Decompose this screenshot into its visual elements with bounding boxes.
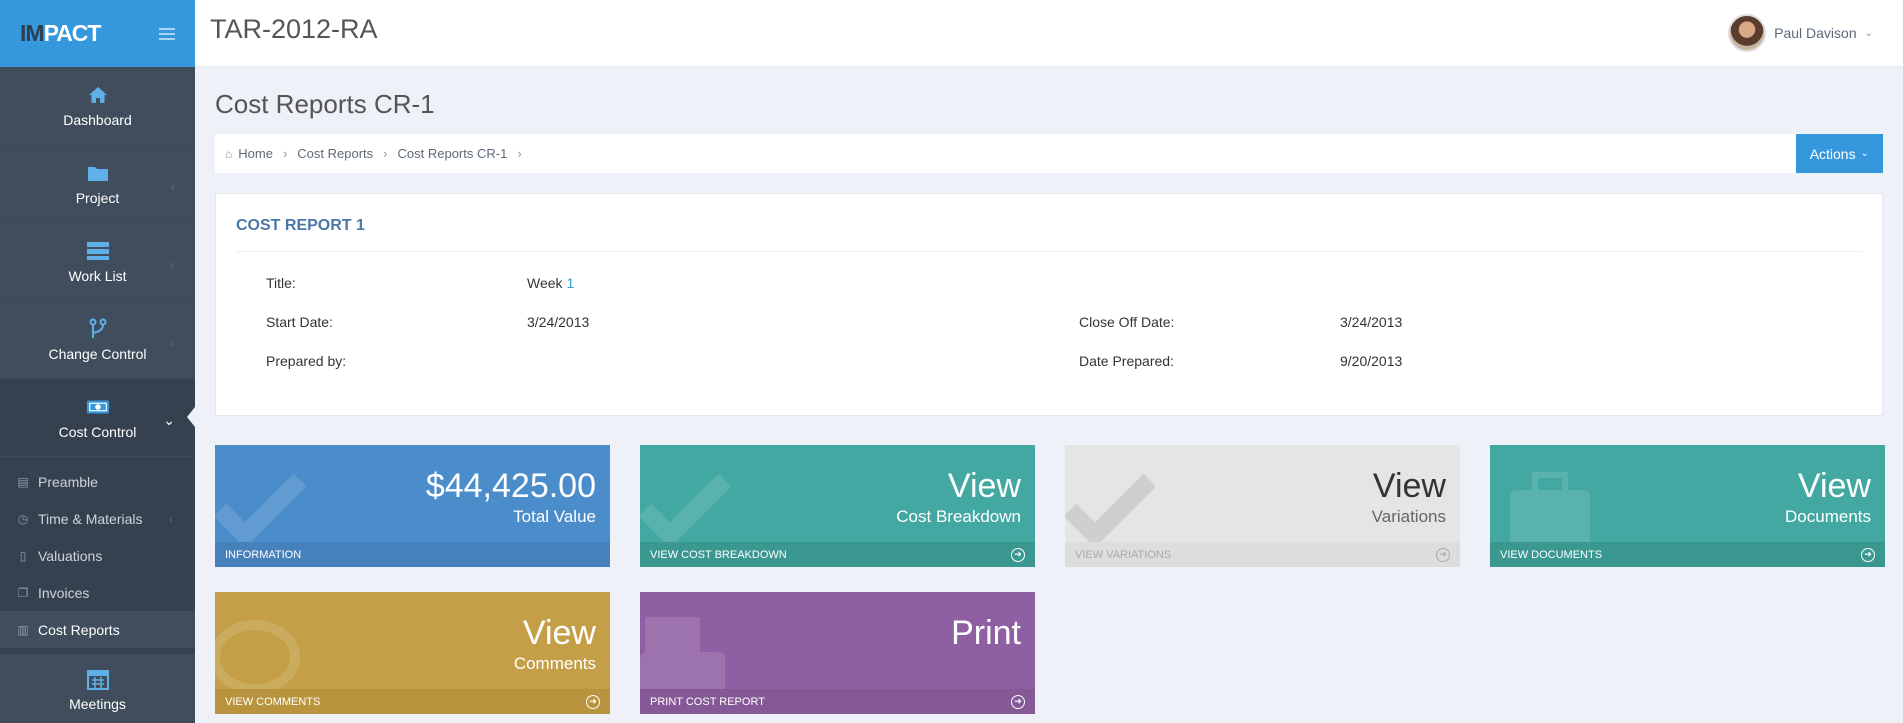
folder-icon — [86, 162, 110, 184]
title-value: Week 1 — [527, 275, 575, 291]
branch-icon — [86, 318, 110, 340]
arrow-circle-right-icon: ➜ — [1436, 547, 1450, 562]
tile-print[interactable]: Print PRINT COST REPORT ➜ — [640, 592, 1035, 714]
arrow-circle-right-icon: ➜ — [1011, 547, 1025, 562]
prepared-by-label: Prepared by: — [266, 353, 347, 369]
tile-comments[interactable]: View Comments VIEW COMMENTS ➜ — [215, 592, 610, 714]
tile-variations[interactable]: View Variations VIEW VARIATIONS ➜ — [1065, 445, 1460, 567]
breadcrumb-home[interactable]: Home — [238, 146, 273, 161]
project-code: TAR-2012-RA — [210, 14, 378, 44]
sidebar-item-work-list[interactable]: Work List ‹ — [0, 223, 195, 301]
sidebar-item-invoices[interactable]: ❐ Invoices — [0, 574, 195, 611]
clock-icon: ◷ — [17, 511, 29, 526]
chevron-left-icon: ‹ — [170, 256, 175, 272]
breadcrumb-cost-reports[interactable]: Cost Reports — [297, 146, 373, 161]
actions-button[interactable]: Actions ⌄ — [1795, 134, 1883, 173]
chevron-right-icon: › — [383, 146, 388, 161]
chevron-down-icon: ⌄ — [163, 412, 175, 428]
sidebar-item-valuations[interactable]: ▯ Valuations — [0, 537, 195, 574]
close-off-date-label: Close Off Date: — [1079, 314, 1175, 330]
date-prepared-label: Date Prepared: — [1079, 353, 1174, 369]
sidebar-item-cost-reports[interactable]: ▥ Cost Reports — [0, 611, 195, 648]
breadcrumb: ⌂ Home › Cost Reports › Cost Reports CR-… — [215, 134, 1883, 173]
chevron-right-icon: › — [282, 146, 288, 161]
sidebar-item-cost-control[interactable]: Cost Control ⌄ — [0, 379, 195, 457]
money-icon — [86, 396, 110, 418]
avatar — [1728, 14, 1767, 52]
user-name: Paul Davison — [1774, 25, 1857, 41]
sidebar-item-dashboard[interactable]: Dashboard — [0, 67, 195, 145]
chevron-left-icon: ‹ — [169, 511, 173, 526]
breadcrumb-current[interactable]: Cost Reports CR-1 — [398, 146, 508, 161]
cost-control-submenu: ▤ Preamble ◷ Time & Materials ‹ ▯ Valuat… — [0, 457, 195, 654]
home-icon — [86, 84, 110, 106]
top-header: TAR-2012-RA Paul Davison ⌄ — [195, 0, 1903, 67]
logo-bar: IMPACT — [0, 0, 195, 67]
home-icon: ⌂ — [225, 146, 233, 161]
start-date-value: 3/24/2013 — [527, 314, 590, 330]
chevron-right-icon: › — [517, 146, 522, 161]
chevron-left-icon: ‹ — [170, 334, 175, 350]
arrow-circle-right-icon: ➜ — [1861, 547, 1875, 562]
chevron-down-icon: ⌄ — [1864, 27, 1873, 39]
sidebar-item-meetings[interactable]: Meetings — [0, 654, 195, 723]
book-icon: ▤ — [17, 474, 29, 489]
sidebar-item-project[interactable]: Project ‹ — [0, 145, 195, 223]
logo[interactable]: IMPACT — [20, 20, 101, 47]
sidebar-item-change-control[interactable]: Change Control ‹ — [0, 301, 195, 379]
main-content: Cost Reports CR-1 ⌂ Home › Cost Reports … — [215, 67, 1883, 416]
calendar-icon — [86, 668, 110, 690]
arrow-circle-right-icon: ➜ — [1011, 694, 1025, 709]
title-label: Title: — [266, 275, 296, 291]
sidebar-item-time-materials[interactable]: ◷ Time & Materials ‹ — [0, 500, 195, 537]
list-icon — [86, 240, 110, 262]
start-date-label: Start Date: — [266, 314, 333, 330]
file-icon: ▯ — [19, 548, 27, 563]
dashboard-tiles: $44,425.00 Total Value INFORMATION View … — [215, 445, 1885, 715]
page-title: Cost Reports CR-1 — [215, 89, 435, 119]
chevron-down-icon: ⌄ — [1860, 148, 1869, 159]
tile-information[interactable]: $44,425.00 Total Value INFORMATION — [215, 445, 610, 567]
panel-title: COST REPORT 1 — [236, 194, 1862, 252]
copy-icon: ❐ — [17, 585, 29, 600]
bar-chart-icon: ▥ — [17, 622, 29, 637]
sidebar-item-preamble[interactable]: ▤ Preamble — [0, 463, 195, 500]
chevron-left-icon: ‹ — [170, 178, 175, 194]
user-menu[interactable]: Paul Davison ⌄ — [1728, 14, 1873, 52]
date-prepared-value: 9/20/2013 — [1340, 353, 1403, 369]
tile-cost-breakdown[interactable]: View Cost Breakdown VIEW COST BREAKDOWN ➜ — [640, 445, 1035, 567]
sidebar: IMPACT Dashboard Project ‹ Work List ‹ C… — [0, 0, 195, 723]
cost-report-panel: COST REPORT 1 Title: Week 1 Start Date: … — [215, 193, 1883, 416]
menu-toggle-icon[interactable] — [159, 27, 175, 40]
close-off-date-value: 3/24/2013 — [1340, 314, 1403, 330]
tile-documents[interactable]: View Documents VIEW DOCUMENTS ➜ — [1490, 445, 1885, 567]
arrow-circle-right-icon: ➜ — [586, 694, 600, 709]
